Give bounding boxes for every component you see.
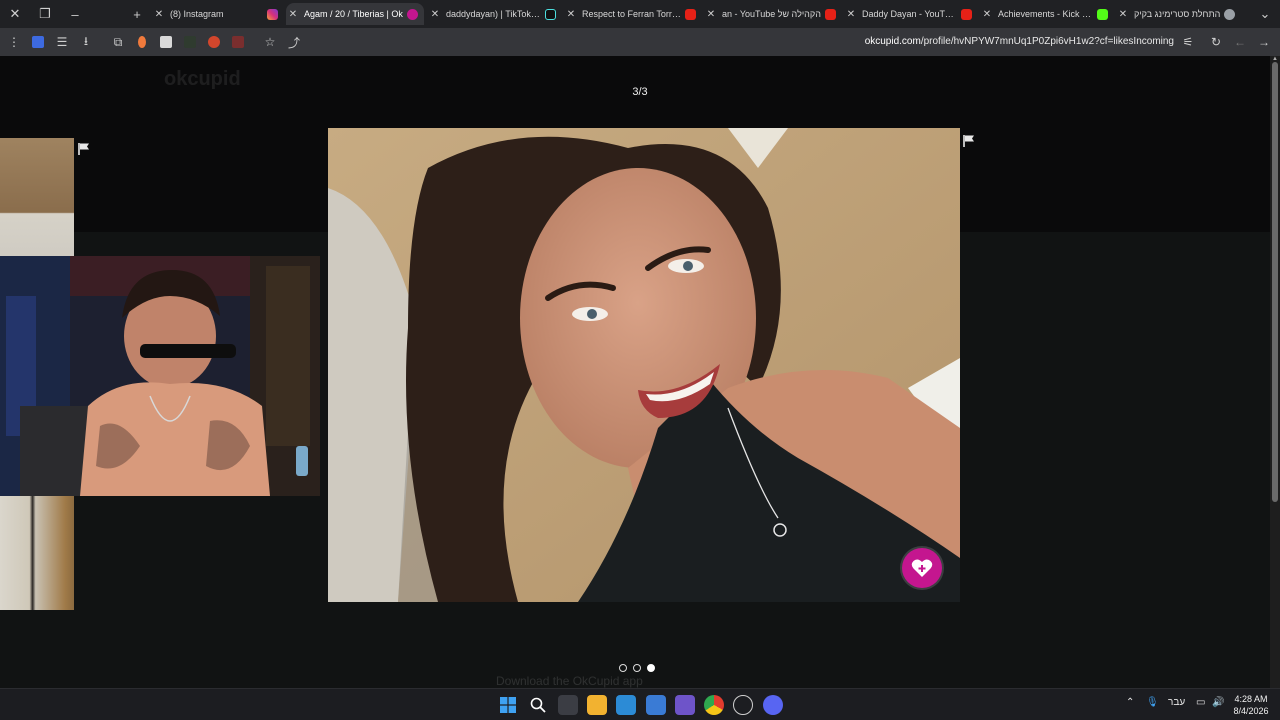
dimmed-app-banner: Download the OkCupid app bbox=[496, 674, 643, 688]
youtube-icon bbox=[961, 8, 972, 20]
tab-kick-achievements[interactable]: ✕ Achievements - Kick Dash bbox=[980, 3, 1112, 25]
photo-counter: 3/3 bbox=[632, 86, 648, 98]
reload-icon[interactable]: ↻ bbox=[1204, 28, 1228, 56]
app-icon[interactable] bbox=[733, 695, 753, 715]
scrollbar-thumb[interactable] bbox=[1272, 62, 1278, 502]
close-tab-icon[interactable]: ✕ bbox=[286, 9, 300, 20]
okcupid-logo: okcupid bbox=[164, 68, 241, 90]
pagination-dot-2[interactable] bbox=[633, 664, 641, 672]
profile-photo[interactable] bbox=[328, 128, 960, 602]
tab-tiktok[interactable]: ✕ daddydayan) | TikTok(65) bbox=[428, 3, 560, 25]
tiktok-icon bbox=[545, 8, 556, 20]
restore-window-icon[interactable]: ❐ bbox=[30, 0, 60, 28]
photos-icon[interactable] bbox=[646, 695, 666, 715]
store-icon[interactable] bbox=[616, 695, 636, 715]
puzzle-icon[interactable]: ⧉ bbox=[106, 28, 130, 56]
youtube-icon bbox=[824, 8, 836, 20]
windows-taskbar: ⌃ 🎙 עבר ▭ 🔊 4:28 AM 8/4/2026 bbox=[0, 688, 1280, 720]
photo-pagination bbox=[619, 664, 661, 676]
microphone-icon[interactable]: 🎙 bbox=[1146, 697, 1159, 708]
close-tab-icon[interactable]: ✕ bbox=[428, 9, 442, 20]
close-tab-icon[interactable]: ✕ bbox=[704, 9, 718, 20]
kick-icon bbox=[1097, 8, 1108, 20]
youtube-icon bbox=[685, 8, 696, 20]
globe-icon bbox=[1224, 8, 1236, 20]
download-icon[interactable]: ⭳ bbox=[74, 28, 98, 56]
extension-icon[interactable] bbox=[202, 28, 226, 56]
tab-youtube-community[interactable]: ✕ an - YouTube הקהילה של bbox=[704, 3, 840, 25]
page-scrollbar[interactable]: ▲ bbox=[1270, 56, 1280, 688]
search-icon[interactable] bbox=[528, 695, 548, 715]
bookmark-star-icon[interactable]: ☆ bbox=[258, 28, 282, 56]
extension-icon[interactable] bbox=[130, 28, 154, 56]
site-settings-icon[interactable]: ⚟ bbox=[1176, 28, 1200, 56]
app-icon[interactable] bbox=[675, 695, 695, 715]
previous-photo-thumbnail[interactable] bbox=[0, 138, 74, 258]
close-tab-icon[interactable]: ✕ bbox=[844, 9, 858, 20]
volume-icon[interactable]: 🔊 bbox=[1212, 697, 1224, 708]
file-explorer-icon[interactable] bbox=[587, 695, 607, 715]
extension-icon[interactable] bbox=[178, 28, 202, 56]
browser-tab-strip: ✕ ❐ – + ✕ (8) Instagram ✕ Agam / 20 / Ti… bbox=[0, 0, 1280, 28]
chrome-icon[interactable] bbox=[704, 695, 724, 715]
task-view-icon[interactable] bbox=[558, 695, 578, 715]
share-icon[interactable]: ⤴ bbox=[282, 28, 306, 56]
okcupid-icon bbox=[406, 8, 418, 20]
pagination-dot-1[interactable] bbox=[619, 664, 627, 672]
close-window-icon[interactable]: ✕ bbox=[0, 0, 30, 28]
close-tab-icon[interactable]: ✕ bbox=[1116, 9, 1130, 20]
extension-icon[interactable] bbox=[154, 28, 178, 56]
extension-icon[interactable] bbox=[26, 28, 50, 56]
tab-kick-streaming[interactable]: ✕ התחלת סטרימינג בקיק bbox=[1116, 3, 1252, 25]
forward-arrow-icon[interactable]: → bbox=[1252, 28, 1276, 56]
close-tab-icon[interactable]: ✕ bbox=[152, 9, 166, 20]
tab-youtube-daddy-dayan[interactable]: ✕ Daddy Dayan - YouTube bbox=[844, 3, 976, 25]
close-tab-icon[interactable]: ✕ bbox=[980, 9, 994, 20]
webcam-overlay bbox=[0, 256, 320, 496]
flag-icon[interactable] bbox=[78, 142, 90, 156]
tab-instagram[interactable]: ✕ (8) Instagram bbox=[152, 3, 282, 25]
tab-okcupid[interactable]: ✕ Agam / 20 / Tiberias | Ok bbox=[286, 3, 424, 25]
windows-start-icon[interactable] bbox=[498, 695, 518, 715]
network-icon[interactable]: ▭ bbox=[1196, 697, 1205, 708]
list-icon[interactable]: ☰ bbox=[50, 28, 74, 56]
language-indicator[interactable]: עבר bbox=[1168, 697, 1185, 708]
taskbar-clock[interactable]: 4:28 AM 8/4/2026 bbox=[1228, 693, 1274, 717]
heart-plus-icon bbox=[911, 559, 933, 577]
address-url[interactable]: okcupid.com/profile/hvNPYW7mnUq1P0Zpi6vH… bbox=[865, 36, 1174, 47]
profile-photo-image bbox=[328, 128, 960, 602]
back-arrow-icon[interactable]: ← bbox=[1228, 28, 1252, 56]
browser-toolbar: ⋮ ☰ ⭳ ⧉ ☆ ⤴ okcupid.com/profile/hvNPYW7m… bbox=[0, 28, 1280, 56]
tray-overflow-chevron-icon[interactable]: ⌃ bbox=[1126, 697, 1134, 708]
flag-icon[interactable] bbox=[963, 134, 975, 148]
close-tab-icon[interactable]: ✕ bbox=[564, 9, 578, 20]
new-tab-button[interactable]: + bbox=[122, 0, 152, 28]
minimize-window-icon[interactable]: – bbox=[60, 0, 90, 28]
instagram-icon bbox=[267, 8, 278, 20]
next-photo-thumbnail[interactable] bbox=[0, 496, 74, 610]
discord-icon[interactable] bbox=[763, 695, 783, 715]
page-viewport: okcupid 3/3 Download the OkCupid app bbox=[0, 56, 1270, 688]
tab-youtube-respect[interactable]: ✕ Respect to Ferran Torres bbox=[564, 3, 700, 25]
extension-icon[interactable] bbox=[226, 28, 250, 56]
like-button[interactable] bbox=[902, 548, 942, 588]
menu-dots-icon[interactable]: ⋮ bbox=[2, 28, 26, 56]
pagination-dot-3[interactable] bbox=[647, 664, 655, 672]
webcam-image bbox=[0, 256, 320, 496]
tab-search-chevron-icon[interactable]: ⌄ bbox=[1252, 0, 1278, 28]
